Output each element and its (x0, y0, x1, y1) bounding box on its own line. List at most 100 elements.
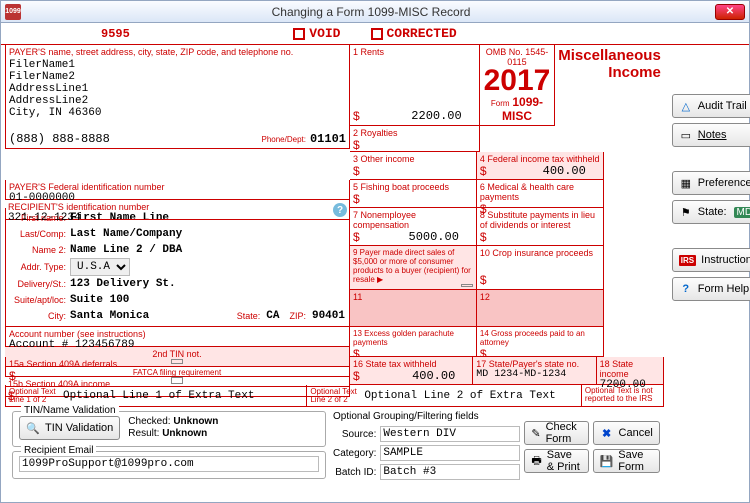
form-number: 9595 (101, 27, 130, 41)
batch-input[interactable] (380, 464, 520, 480)
source-input[interactable] (380, 426, 520, 442)
source-label: Source: (333, 429, 376, 440)
flag-icon: ⚑ (679, 205, 693, 219)
opt2-label: Optional Text Line 2 of 2 (310, 388, 360, 404)
form-help-button[interactable]: ?Form Help (672, 277, 750, 301)
box14-label: 14 Gross proceeds paid to an attorney (480, 329, 600, 347)
box9-checkbox[interactable] (461, 284, 473, 287)
phonedept-label: Phone/Dept: (262, 135, 306, 144)
phonedept-value: 01101 (310, 132, 346, 146)
notes-icon: ▭ (679, 128, 693, 142)
grouping-header: Optional Grouping/Filtering fields (333, 407, 520, 426)
tin-result: Unknown (162, 428, 207, 439)
box7-value[interactable]: 5000.00 (360, 230, 473, 244)
state-code: MD (734, 207, 750, 218)
delivery-label: Delivery/St.: (10, 279, 66, 289)
box2-label: 2 Royalties (353, 128, 476, 138)
payer-name1: FilerName1 (9, 59, 346, 71)
box1-label: 1 Rents (353, 47, 476, 57)
payer-addr1: AddressLine1 (9, 83, 346, 95)
recipient-id-label: RECIPIENT'S identification number (8, 202, 346, 212)
tin-validation-group: TIN/Name Validation 🔍 TIN Validation Che… (12, 411, 326, 447)
save-form-button[interactable]: 💾Save Form (593, 449, 660, 473)
box11-label: 11 (353, 292, 473, 302)
box12-label: 12 (480, 292, 600, 302)
pencil-check-icon: ✎ (531, 426, 540, 440)
top-strip: 9595 VOID CORRECTED (1, 23, 749, 45)
payer-citystate: City, IN 46360 (9, 107, 346, 119)
batch-label: Batch ID: (333, 467, 376, 478)
zip-label: ZIP: (289, 311, 306, 321)
box10-label: 10 Crop insurance proceeds (480, 248, 600, 258)
acct-label: Account number (see instructions) (9, 329, 346, 339)
void-checkbox[interactable]: VOID (293, 26, 340, 41)
name2-label: Name 2: (10, 245, 66, 255)
printer-icon: 🖶 (531, 454, 541, 468)
suite-value[interactable]: Suite 100 (70, 294, 129, 306)
zip-value[interactable]: 90401 (312, 310, 345, 322)
audit-trail-button[interactable]: △Audit Trail (672, 94, 750, 118)
lastcomp-label: Last/Comp: (10, 229, 66, 239)
box6-label: 6 Medical & health care payments (480, 182, 600, 202)
city-label: City: (10, 311, 66, 321)
box8-label: 8 Substitute payments in lieu of dividen… (480, 210, 600, 230)
check-form-button[interactable]: ✎Check Form (524, 421, 588, 445)
name2-value[interactable]: Name Line 2 / DBA (70, 244, 182, 256)
box9-label: 9 Payer made direct sales of $5,000 or m… (353, 248, 473, 284)
titlebar: 1099 Changing a Form 1099-MISC Record ✕ (1, 1, 749, 23)
tax-year: 2017 (483, 67, 552, 95)
box3-label: 3 Other income (353, 154, 473, 164)
triangle-icon: △ (679, 99, 693, 113)
tin-validation-button[interactable]: 🔍 TIN Validation (19, 416, 120, 440)
state-value[interactable]: CA (266, 310, 279, 322)
lastcomp-value[interactable]: Last Name/Company (70, 228, 182, 240)
search-icon: 🔍 (26, 421, 40, 435)
irs-icon: IRS (679, 255, 696, 266)
opt-note: Optional Text is not reported to the IRS (585, 387, 660, 403)
payer-phone: (888) 888-8888 (9, 132, 110, 146)
recipient-email-group: Recipient Email (12, 451, 326, 479)
box16-value[interactable]: 400.00 (360, 369, 470, 383)
corrected-checkbox[interactable]: CORRECTED (371, 26, 457, 41)
box7-label: 7 Nonemployee compensation (353, 210, 473, 230)
instructions-button[interactable]: IRSInstructions (672, 248, 750, 272)
addrtype-label: Addr. Type: (10, 262, 66, 272)
opt1-value[interactable]: Optional Line 1 of Extra Text (63, 390, 254, 402)
payer-name2: FilerName2 (9, 71, 346, 83)
cancel-icon: ✖ (600, 426, 614, 440)
suite-label: Suite/apt/loc: (10, 295, 66, 305)
addrtype-select[interactable]: U.S.A. (70, 258, 130, 276)
box16-label: 16 State tax withheld (353, 359, 469, 369)
box15a-label: 15a Section 409A deferrals (9, 359, 346, 369)
tin-checked: Unknown (173, 416, 218, 427)
grid-icon: ▦ (679, 176, 693, 190)
payer-addr2: AddressLine2 (9, 95, 346, 107)
misc-income-label: Miscellaneous Income (558, 47, 661, 81)
question-icon: ? (679, 282, 693, 296)
state-label: State: (237, 311, 261, 321)
recipient-email-input[interactable] (19, 456, 319, 472)
recipient-id[interactable]: 321-12-1234 (8, 212, 346, 224)
cancel-button[interactable]: ✖Cancel (593, 421, 660, 445)
help-icon[interactable]: ? (333, 203, 347, 217)
delivery-value[interactable]: 123 Delivery St. (70, 278, 176, 290)
box4-label: 4 Federal income tax withheld (480, 154, 600, 164)
close-button[interactable]: ✕ (715, 4, 745, 20)
payer-fedid-label: PAYER'S Federal identification number (9, 182, 346, 192)
save-print-button[interactable]: 🖶Save & Print (524, 449, 588, 473)
city-value[interactable]: Santa Monica (70, 310, 149, 322)
box17-value[interactable]: MD 1234-MD-1234 (476, 369, 592, 380)
state-button[interactable]: ⚑State:MD (672, 200, 750, 224)
preferences-button[interactable]: ▦Preferences (672, 171, 750, 195)
box1-value[interactable]: 2200.00 (360, 109, 476, 123)
notes-button[interactable]: ▭Notes (672, 123, 750, 147)
app-icon: 1099 (5, 4, 21, 20)
box5-label: 5 Fishing boat proceeds (353, 182, 473, 192)
window-title: Changing a Form 1099-MISC Record (27, 5, 715, 19)
box18-label: 18 State income (600, 359, 660, 379)
category-input[interactable] (380, 445, 520, 461)
category-label: Category: (333, 448, 376, 459)
opt2-value[interactable]: Optional Line 2 of Extra Text (364, 390, 555, 402)
box4-value[interactable]: 400.00 (487, 164, 600, 178)
box17-label: 17 State/Payer's state no. (476, 359, 592, 369)
